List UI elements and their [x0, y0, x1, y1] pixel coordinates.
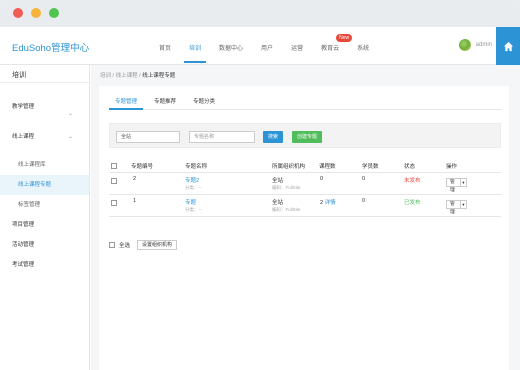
col-header-name: 专题名称 — [185, 164, 208, 170]
search-button[interactable]: 搜索 — [263, 131, 284, 143]
org-code: 编码：FullSite — [272, 185, 301, 190]
nav-users[interactable]: 用户 — [252, 43, 282, 65]
col-header-students: 学员数 — [362, 164, 379, 170]
topic-category: 分类：-- — [185, 185, 202, 190]
main-nav: 首页 培训 数据中心 用户 运营 教育云 New 系统 — [150, 34, 378, 65]
select-all-checkbox-header[interactable] — [111, 163, 117, 169]
manage-dropdown[interactable]: 管理 ▾ — [446, 178, 467, 193]
nav-training[interactable]: 培训 — [180, 43, 210, 65]
org-select[interactable]: 全站 — [116, 131, 180, 143]
topic-name-link[interactable]: 专题 — [185, 200, 196, 206]
sidebar-title: 培训 — [0, 65, 89, 83]
caret-down-icon[interactable]: ▾ — [460, 200, 467, 209]
sidebar-item-course-topics[interactable]: 线上课程专题 — [0, 175, 89, 195]
nav-system[interactable]: 系统 — [348, 43, 378, 65]
topic-id: 1 — [133, 198, 137, 204]
student-count: 0 — [362, 198, 366, 204]
row-checkbox[interactable] — [111, 178, 117, 184]
sidebar-item-projects[interactable]: 项目管理 — [0, 215, 89, 235]
tab-bar: 专题管理 专题推荐 专题分类 — [109, 96, 501, 110]
topic-id: 2 — [133, 176, 137, 182]
sidebar: 培训 教学管理 ⌄ 线上课程 ⌃ 线上课程库 线上课程专题 标签管理 项目管理 … — [0, 65, 90, 370]
app-logo[interactable]: EduSoho管理中心 — [12, 40, 89, 54]
course-detail-link[interactable]: 详情 — [325, 200, 336, 206]
sidebar-item-label: 教学管理 — [12, 104, 35, 110]
topic-name-cell: 专题 分类：-- — [185, 198, 202, 213]
manage-button[interactable]: 管理 — [446, 200, 461, 215]
breadcrumb-item[interactable]: 培训 — [100, 73, 111, 79]
table-row: 1 专题 分类：-- 全站 编码：FullSite 2 详情 0 已发布 管理 … — [109, 195, 501, 217]
username: admin — [475, 42, 492, 48]
col-header-org: 所属组织机构 — [272, 164, 306, 170]
sidebar-item-exams[interactable]: 考试管理 — [0, 255, 89, 275]
topic-name-input[interactable]: 专题名称 — [189, 131, 255, 143]
course-count-cell: 2 详情 — [320, 198, 336, 206]
nav-data-center[interactable]: 数据中心 — [210, 43, 252, 65]
maximize-window-button[interactable] — [49, 8, 59, 18]
org-cell: 全站 编码：FullSite — [272, 176, 301, 191]
manage-dropdown[interactable]: 管理 ▾ — [446, 200, 467, 215]
breadcrumb: 培训 / 线上课程 / 线上课程专题 — [100, 71, 175, 79]
tab-topic-recommend[interactable]: 专题推荐 — [148, 96, 182, 110]
home-icon — [503, 41, 513, 51]
select-all-checkbox[interactable] — [109, 242, 115, 248]
main-content: 培训 / 线上课程 / 线上课程专题 专题管理 专题推荐 专题分类 全站 专题名… — [91, 65, 520, 370]
topic-name-link[interactable]: 专题2 — [185, 178, 199, 184]
home-button[interactable] — [496, 27, 520, 65]
select-all-label: 全选 — [119, 243, 131, 249]
sidebar-item-activities[interactable]: 活动管理 — [0, 235, 89, 255]
nav-edu-cloud-label: 教育云 — [321, 46, 340, 52]
user-menu[interactable]: admin — [458, 39, 492, 51]
chevron-up-icon: ⌃ — [67, 137, 73, 143]
nav-home[interactable]: 首页 — [150, 43, 180, 65]
title-bar — [0, 0, 520, 27]
avatar — [458, 39, 471, 51]
minimize-window-button[interactable] — [31, 8, 41, 18]
breadcrumb-item[interactable]: 线上课程 — [116, 73, 138, 79]
row-checkbox[interactable] — [111, 200, 117, 206]
caret-down-icon[interactable]: ▾ — [460, 178, 467, 187]
table-header: 专题编号 专题名称 所属组织机构 课程数 学员数 状态 操作 — [109, 161, 501, 173]
breadcrumb-separator: / — [139, 73, 141, 79]
top-header: EduSoho管理中心 首页 培训 数据中心 用户 运营 教育云 New 系统 … — [0, 27, 520, 65]
table-row: 2 专题2 分类：-- 全站 编码：FullSite 0 0 未发布 管理 ▾ — [109, 173, 501, 195]
sidebar-item-label: 线上课程 — [12, 134, 35, 140]
org-code: 编码：FullSite — [272, 207, 301, 212]
topics-table: 专题编号 专题名称 所属组织机构 课程数 学员数 状态 操作 2 专题2 分类：… — [109, 161, 501, 217]
app-window: EduSoho管理中心 首页 培训 数据中心 用户 运营 教育云 New 系统 … — [0, 0, 520, 370]
col-header-courses: 课程数 — [319, 164, 336, 170]
status-badge: 已发布 — [404, 200, 421, 206]
course-count: 2 — [320, 200, 324, 206]
col-header-actions: 操作 — [446, 164, 458, 170]
col-header-status: 状态 — [404, 164, 416, 170]
new-badge: New — [336, 34, 353, 42]
org-cell: 全站 编码：FullSite — [272, 198, 301, 213]
bulk-actions: 全选 设置组织机构 — [109, 240, 178, 250]
set-org-button[interactable]: 设置组织机构 — [137, 240, 178, 250]
status-badge: 未发布 — [404, 178, 421, 184]
topic-category: 分类：-- — [185, 207, 202, 212]
org-name: 全站 — [272, 178, 284, 184]
nav-edu-cloud[interactable]: 教育云 New — [312, 34, 353, 65]
org-name: 全站 — [272, 200, 284, 206]
tab-topic-management[interactable]: 专题管理 — [109, 96, 144, 110]
nav-operations[interactable]: 运营 — [282, 43, 312, 65]
topic-name-cell: 专题2 分类：-- — [185, 176, 202, 191]
filter-bar: 全站 专题名称 搜索 创建专题 — [109, 123, 501, 148]
col-header-id: 专题编号 — [131, 164, 154, 170]
sidebar-item-tag-management[interactable]: 标签管理 — [0, 195, 89, 215]
student-count: 0 — [362, 176, 366, 182]
course-count: 0 — [320, 176, 324, 182]
create-topic-button[interactable]: 创建专题 — [292, 131, 323, 143]
breadcrumb-current: 线上课程专题 — [142, 73, 176, 79]
sidebar-item-course-library[interactable]: 线上课程库 — [0, 155, 89, 175]
sidebar-item-online-courses[interactable]: 线上课程 ⌃ — [0, 127, 89, 147]
breadcrumb-separator: / — [112, 73, 115, 79]
manage-button[interactable]: 管理 — [446, 178, 461, 193]
close-window-button[interactable] — [13, 8, 23, 18]
sidebar-item-teaching[interactable]: 教学管理 ⌄ — [0, 97, 89, 117]
topics-panel: 专题管理 专题推荐 专题分类 全站 专题名称 搜索 创建专题 专题编号 专题名称… — [99, 86, 509, 370]
chevron-down-icon: ⌄ — [67, 111, 73, 117]
tab-topic-category[interactable]: 专题分类 — [187, 96, 221, 110]
